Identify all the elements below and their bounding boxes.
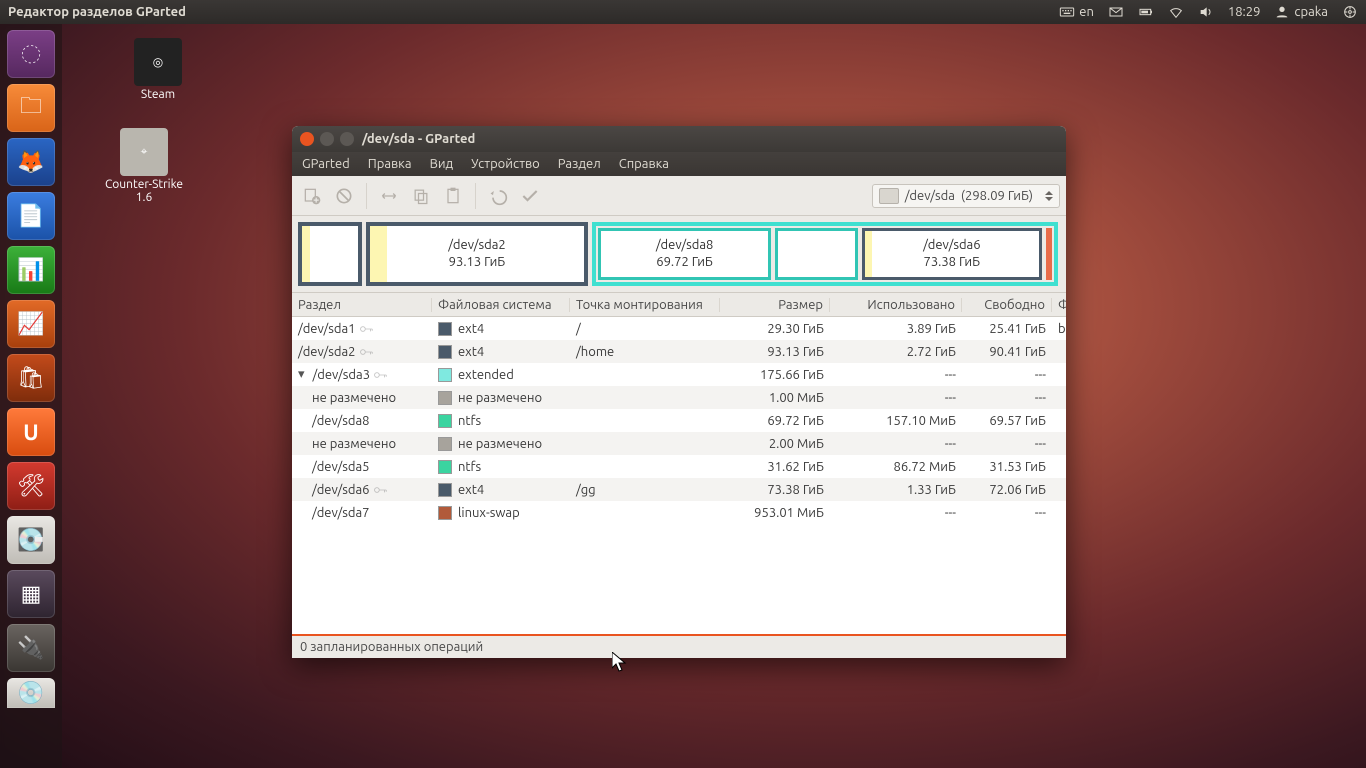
table-row[interactable]: /dev/sda8ntfs69.72 ГиБ157.10 МиБ69.57 Ги…	[292, 409, 1066, 432]
window-close-button[interactable]	[300, 132, 314, 146]
mail-indicator[interactable]	[1108, 4, 1124, 20]
menu-view[interactable]: Вид	[430, 157, 454, 171]
disk-map: /dev/sda2 93.13 ГиБ /dev/sda8 69.72 ГиБ …	[292, 216, 1066, 293]
diskmap-extended[interactable]: /dev/sda8 69.72 ГиБ /dev/sda6 73.38 ГиБ	[592, 222, 1058, 286]
mouse-cursor	[612, 652, 628, 674]
toolbar: /dev/sda (298.09 ГиБ)	[292, 176, 1066, 216]
delete-partition-button[interactable]	[330, 182, 358, 210]
keyboard-indicator[interactable]: en	[1059, 4, 1094, 20]
paste-button[interactable]	[439, 182, 467, 210]
table-row[interactable]: /dev/sda7linux-swap953.01 МиБ------	[292, 501, 1066, 524]
table-row[interactable]: /dev/sda2ext4/home93.13 ГиБ2.72 ГиБ90.41…	[292, 340, 1066, 363]
gparted-icon[interactable]: 💽	[7, 516, 55, 564]
menu-help[interactable]: Справка	[619, 157, 669, 171]
table-row[interactable]: /dev/sda6ext4/gg73.38 ГиБ1.33 ГиБ72.06 Г…	[292, 478, 1066, 501]
window-maximize-button[interactable]	[340, 132, 354, 146]
diskmap-sda6[interactable]: /dev/sda6 73.38 ГиБ	[862, 228, 1042, 280]
menu-edit[interactable]: Правка	[368, 157, 412, 171]
window-titlebar[interactable]: /dev/sda - GParted	[292, 126, 1066, 152]
dvd-device-icon[interactable]: 💿	[7, 678, 55, 708]
diskmap-sda8[interactable]: /dev/sda8 69.72 ГиБ	[598, 228, 771, 280]
harddisk-icon	[879, 188, 899, 204]
workspace-switcher-icon[interactable]: ▦	[7, 570, 55, 618]
user-menu[interactable]: cpaka	[1274, 4, 1328, 20]
clock[interactable]: 18:29	[1228, 5, 1261, 19]
device-selector[interactable]: /dev/sda (298.09 ГиБ)	[872, 184, 1060, 208]
unity-launcher: ◌ 🗀 🦊 📄 📊 📈 🛍 U 🛠 💽 ▦ 🔌 💿	[0, 24, 62, 768]
table-row[interactable]: /dev/sda5ntfs31.62 ГиБ86.72 МиБ31.53 ГиБ	[292, 455, 1066, 478]
ubuntu-one-icon[interactable]: U	[7, 408, 55, 456]
menu-gparted[interactable]: GParted	[302, 157, 350, 171]
battery-indicator[interactable]	[1138, 4, 1154, 20]
dash-icon[interactable]: ◌	[7, 30, 55, 78]
menu-device[interactable]: Устройство	[471, 157, 540, 171]
steam-icon: ◎	[134, 38, 182, 86]
indicator-area: en 18:29 cpaka	[1059, 4, 1358, 20]
partition-table: /dev/sda1ext4/29.30 ГиБ3.89 ГиБ25.41 ГиБ…	[292, 317, 1066, 634]
writer-icon[interactable]: 📄	[7, 192, 55, 240]
diskmap-sda5[interactable]	[775, 228, 857, 280]
desktop-icon-steam[interactable]: ◎ Steam	[110, 38, 206, 101]
table-row[interactable]: не размеченоне размечено1.00 МиБ------	[292, 386, 1066, 409]
window-title: /dev/sda - GParted	[362, 132, 475, 146]
copy-button[interactable]	[407, 182, 435, 210]
status-bar: 0 запланированных операций	[292, 634, 1066, 658]
app-title: Редактор разделов GParted	[8, 5, 1059, 19]
cs-icon: ⌖	[120, 128, 168, 176]
gparted-window: /dev/sda - GParted GParted Правка Вид Ус…	[292, 126, 1066, 658]
undo-button[interactable]	[484, 182, 512, 210]
diskmap-sda1[interactable]	[298, 222, 362, 286]
sound-indicator[interactable]	[1198, 4, 1214, 20]
impress-icon[interactable]: 📈	[7, 300, 55, 348]
usb-device-icon[interactable]: 🔌	[7, 624, 55, 672]
window-minimize-button[interactable]	[320, 132, 334, 146]
table-row[interactable]: не размеченоне размечено2.00 МиБ------	[292, 432, 1066, 455]
menu-partition[interactable]: Раздел	[558, 157, 601, 171]
files-icon[interactable]: 🗀	[7, 84, 55, 132]
resize-button[interactable]	[375, 182, 403, 210]
desktop-icon-cs[interactable]: ⌖ Counter-Strike 1.6	[96, 128, 192, 204]
menubar: GParted Правка Вид Устройство Раздел Спр…	[292, 152, 1066, 176]
diskmap-sda2[interactable]: /dev/sda2 93.13 ГиБ	[366, 222, 588, 286]
apply-button[interactable]	[516, 182, 544, 210]
top-panel: Редактор разделов GParted en 18:29 cpaka	[0, 0, 1366, 24]
table-row[interactable]: /dev/sda1ext4/29.30 ГиБ3.89 ГиБ25.41 ГиБ…	[292, 317, 1066, 340]
settings-icon[interactable]: 🛠	[7, 462, 55, 510]
power-icon[interactable]	[1342, 4, 1358, 20]
new-partition-button[interactable]	[298, 182, 326, 210]
network-indicator[interactable]	[1168, 4, 1184, 20]
table-header: Раздел Файловая система Точка монтирован…	[292, 293, 1066, 317]
calc-icon[interactable]: 📊	[7, 246, 55, 294]
software-center-icon[interactable]: 🛍	[7, 354, 55, 402]
firefox-icon[interactable]: 🦊	[7, 138, 55, 186]
diskmap-swap[interactable]	[1046, 228, 1052, 280]
table-row[interactable]: /dev/sda3extended175.66 ГиБ------	[292, 363, 1066, 386]
